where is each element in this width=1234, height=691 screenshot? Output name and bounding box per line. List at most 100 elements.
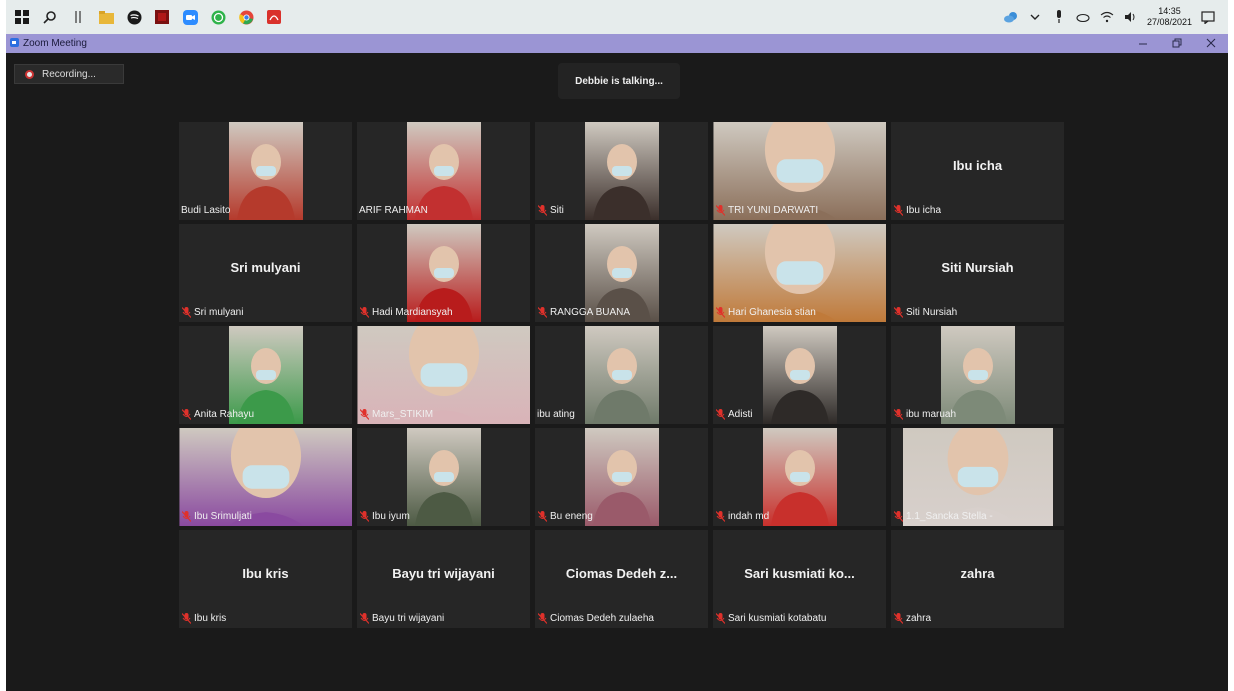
pdf-reader-icon[interactable] — [266, 9, 282, 25]
participant-tile[interactable]: Ibu kris Ibu kris — [179, 530, 352, 628]
participant-label: Siti — [537, 203, 564, 217]
participant-tile[interactable]: Sri mulyani Sri mulyani — [179, 224, 352, 322]
muted-mic-icon — [893, 612, 903, 624]
muted-mic-icon — [893, 510, 903, 522]
wifi-icon[interactable] — [1099, 9, 1115, 25]
participant-label: Sari kusmiati kotabatu — [715, 611, 826, 625]
participant-tile[interactable]: Ibu iyum — [357, 428, 530, 526]
spotify-icon[interactable] — [126, 9, 142, 25]
search-icon[interactable] — [42, 9, 58, 25]
microphone-icon[interactable] — [1051, 9, 1067, 25]
participant-name: Sri mulyani — [194, 306, 244, 318]
participant-tile[interactable]: Ibu icha Ibu icha — [891, 122, 1064, 220]
participant-video — [584, 326, 659, 424]
participant-name: Siti Nursiah — [906, 306, 958, 318]
participant-label: Budi Lasito — [181, 203, 230, 217]
muted-mic-icon — [359, 612, 369, 624]
muted-mic-icon — [715, 612, 725, 624]
muted-mic-icon — [537, 306, 547, 318]
participant-name: Ibu Srimuljati — [194, 510, 252, 522]
clock-time: 14:35 — [1158, 6, 1181, 16]
participant-display-name: Ibu kris — [242, 566, 289, 581]
participant-label: Bu eneng — [537, 509, 593, 523]
gallery-grid: Budi Lasito ARIF RAHMAN Siti TRI YUNI DARWA… — [179, 122, 1064, 628]
participant-name: Mars_STIKIM — [372, 408, 434, 420]
participant-name: Siti — [550, 204, 564, 216]
participant-label: Ibu iyum — [359, 509, 410, 523]
file-explorer-icon[interactable] — [98, 9, 114, 25]
muted-mic-icon — [181, 306, 191, 318]
windows-start-icon[interactable] — [14, 9, 30, 25]
participant-name: Ibu icha — [906, 204, 942, 216]
participant-name: Bu eneng — [550, 510, 593, 522]
participant-name: zahra — [906, 612, 932, 624]
whatsapp-icon[interactable] — [210, 9, 226, 25]
notifications-icon[interactable] — [1200, 9, 1216, 25]
muted-mic-icon — [359, 306, 369, 318]
participant-tile[interactable]: Sari kusmiati ko... Sari kusmiati kotabat… — [713, 530, 886, 628]
muted-mic-icon — [893, 408, 903, 420]
task-view-icon[interactable] — [70, 9, 86, 25]
participant-display-name: Siti Nursiah — [941, 260, 1014, 275]
participant-display-name: Ibu icha — [952, 158, 1003, 173]
close-button[interactable] — [1194, 37, 1228, 51]
participant-tile[interactable]: Bu eneng — [535, 428, 708, 526]
participant-label: 1.1_Sancka Stella - — [893, 509, 993, 523]
participant-tile[interactable]: ARIF RAHMAN — [357, 122, 530, 220]
restore-button[interactable] — [1160, 37, 1194, 51]
muted-mic-icon — [715, 408, 725, 420]
participant-tile[interactable]: ibu ating — [535, 326, 708, 424]
onedrive-icon[interactable] — [1075, 9, 1091, 25]
participant-tile[interactable]: Mars_STIKIM — [357, 326, 530, 424]
minimize-button[interactable] — [1126, 37, 1160, 51]
participant-label: Anita Rahayu — [181, 407, 254, 421]
weather-icon[interactable] — [1003, 9, 1019, 25]
participant-name: ARIF RAHMAN — [359, 204, 428, 216]
app-red-icon[interactable] — [154, 9, 170, 25]
participant-tile[interactable]: RANGGA BUANA — [535, 224, 708, 322]
participant-name: Ciomas Dedeh zulaeha — [550, 612, 654, 624]
participant-name: Sari kusmiati kotabatu — [728, 612, 827, 624]
participant-video — [762, 326, 837, 424]
muted-mic-icon — [359, 408, 369, 420]
participant-tile[interactable]: Siti — [535, 122, 708, 220]
participant-tile[interactable]: Ibu Srimuljati — [179, 428, 352, 526]
participant-tile[interactable]: Anita Rahayu — [179, 326, 352, 424]
participant-tile[interactable]: Adisti — [713, 326, 886, 424]
zoom-app-icon — [10, 37, 19, 50]
participant-label: Siti Nursiah — [893, 305, 957, 319]
participant-label: Sri mulyani — [181, 305, 243, 319]
participant-tile[interactable]: indah md — [713, 428, 886, 526]
participant-tile[interactable]: ibu maruah — [891, 326, 1064, 424]
participant-tile[interactable]: Hari Ghanesia stian — [713, 224, 886, 322]
participant-tile[interactable]: zahra zahra — [891, 530, 1064, 628]
participant-tile[interactable]: 1.1_Sancka Stella - — [891, 428, 1064, 526]
participant-label: indah md — [715, 509, 769, 523]
muted-mic-icon — [537, 612, 547, 624]
participant-tile[interactable]: Bayu tri wijayani Bayu tri wijayani — [357, 530, 530, 628]
participant-video — [228, 122, 303, 220]
taskbar-clock[interactable]: 14:35 27/08/2021 — [1147, 6, 1192, 28]
chevron-down-icon[interactable] — [1027, 9, 1043, 25]
participant-tile[interactable]: Ciomas Dedeh z... Ciomas Dedeh zulaeha — [535, 530, 708, 628]
participant-label: zahra — [893, 611, 931, 625]
participant-display-name: Bayu tri wijayani — [392, 566, 495, 581]
participant-tile[interactable]: TRI YUNI DARWATI — [713, 122, 886, 220]
muted-mic-icon — [181, 408, 191, 420]
recording-indicator[interactable]: Recording... — [14, 64, 124, 84]
participant-tile[interactable]: Hadi Mardiansyah — [357, 224, 530, 322]
participant-label: Ibu Srimuljati — [181, 509, 252, 523]
muted-mic-icon — [537, 204, 547, 216]
volume-icon[interactable] — [1123, 9, 1139, 25]
screen: 14:35 27/08/2021 Zoom Meeting Recording.… — [6, 0, 1228, 691]
chrome-icon[interactable] — [238, 9, 254, 25]
participant-video — [406, 428, 481, 526]
participant-display-name: Sri mulyani — [230, 260, 301, 275]
participant-tile[interactable]: Budi Lasito — [179, 122, 352, 220]
recording-label: Recording... — [42, 68, 96, 80]
window-title: Zoom Meeting — [23, 38, 87, 49]
participant-name: Bayu tri wijayani — [372, 612, 445, 624]
muted-mic-icon — [893, 306, 903, 318]
participant-tile[interactable]: Siti Nursiah Siti Nursiah — [891, 224, 1064, 322]
zoom-icon[interactable] — [182, 9, 198, 25]
